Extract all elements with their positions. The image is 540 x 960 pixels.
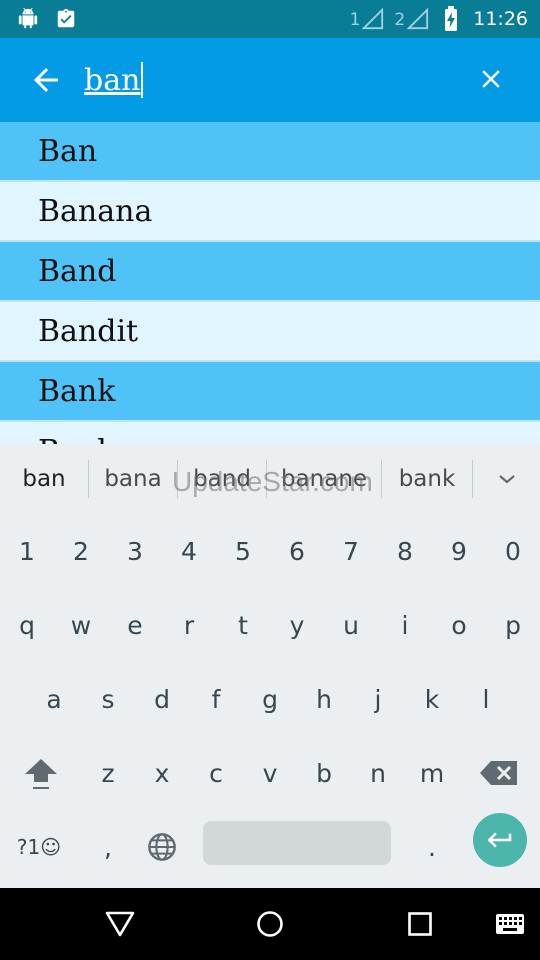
clock: 11:26: [473, 8, 528, 30]
list-item[interactable]: Bank: [0, 362, 540, 422]
list-item-label: Bank: [38, 373, 116, 409]
key[interactable]: l: [459, 662, 513, 736]
key[interactable]: k: [405, 662, 459, 736]
key[interactable]: c: [189, 736, 243, 810]
key[interactable]: i: [378, 588, 432, 662]
key[interactable]: f: [189, 662, 243, 736]
list-item[interactable]: Banana: [0, 182, 540, 242]
key[interactable]: 5: [216, 514, 270, 588]
key[interactable]: 3: [108, 514, 162, 588]
symbols-key[interactable]: ?1☺: [8, 810, 70, 884]
backspace-icon[interactable]: [470, 736, 528, 810]
key[interactable]: r: [162, 588, 216, 662]
keyboard-icon[interactable]: [490, 904, 530, 944]
enter-key-icon[interactable]: [473, 813, 527, 867]
suggestion-item[interactable]: bank: [382, 444, 472, 514]
recents-square-icon[interactable]: [400, 904, 440, 944]
chevron-down-icon[interactable]: [473, 444, 540, 514]
key[interactable]: b: [297, 736, 351, 810]
key[interactable]: a: [27, 662, 81, 736]
key[interactable]: 4: [162, 514, 216, 588]
list-item[interactable]: Bandit: [0, 302, 540, 362]
watermark: UpdateStar.com: [172, 466, 373, 497]
key[interactable]: j: [351, 662, 405, 736]
bottom-row: ?1☺ , .: [0, 810, 540, 884]
suggestion-item[interactable]: ban: [0, 444, 88, 514]
key[interactable]: n: [351, 736, 405, 810]
key[interactable]: d: [135, 662, 189, 736]
comma-key[interactable]: ,: [81, 810, 135, 884]
key[interactable]: z: [81, 736, 135, 810]
list-item-label: Banana: [38, 193, 153, 229]
key[interactable]: 8: [378, 514, 432, 588]
android-icon: [16, 7, 40, 31]
globe-icon[interactable]: [135, 810, 189, 884]
search-input[interactable]: ban: [84, 58, 144, 102]
keyboard: 1 2 3 4 5 6 7 8 9 0 q w e r t y u i o p …: [0, 514, 540, 888]
list-item-label: Ban: [38, 133, 98, 169]
key[interactable]: 6: [270, 514, 324, 588]
text-cursor: [141, 62, 144, 98]
space-bar[interactable]: [203, 821, 391, 865]
key[interactable]: 2: [54, 514, 108, 588]
key[interactable]: s: [81, 662, 135, 736]
key[interactable]: v: [243, 736, 297, 810]
search-app-bar: ban: [0, 38, 540, 122]
signal-icon: 2: [394, 8, 429, 30]
list-item[interactable]: Ban: [0, 122, 540, 182]
results-list: Ban Banana Band Bandit Bank Banker: [0, 122, 540, 444]
list-item-label: Bandit: [38, 313, 139, 349]
number-row: 1 2 3 4 5 6 7 8 9 0: [0, 514, 540, 588]
key[interactable]: o: [432, 588, 486, 662]
key[interactable]: h: [297, 662, 351, 736]
navigation-bar: [0, 888, 540, 960]
suggestion-item[interactable]: bana: [89, 444, 177, 514]
search-query: ban: [84, 62, 141, 98]
list-item[interactable]: Banker: [0, 422, 540, 444]
key[interactable]: 1: [0, 514, 54, 588]
key[interactable]: m: [405, 736, 459, 810]
key[interactable]: x: [135, 736, 189, 810]
key[interactable]: q: [0, 588, 54, 662]
list-item-label: Banker: [38, 434, 148, 445]
list-item[interactable]: Band: [0, 242, 540, 302]
letter-row-1: q w e r t y u i o p: [0, 588, 540, 662]
back-triangle-icon[interactable]: [100, 904, 140, 944]
shift-key-icon[interactable]: [12, 736, 70, 810]
key[interactable]: 9: [432, 514, 486, 588]
key[interactable]: 7: [324, 514, 378, 588]
key[interactable]: y: [270, 588, 324, 662]
key[interactable]: p: [486, 588, 540, 662]
letter-row-3: z x c v b n m: [0, 736, 540, 810]
status-bar: 1 2 11:26: [0, 0, 540, 38]
back-arrow-icon[interactable]: [28, 62, 64, 98]
letter-row-2: a s d f g h j k l: [0, 662, 540, 736]
signal-icon: 1: [350, 8, 385, 30]
key[interactable]: e: [108, 588, 162, 662]
battery-charging-icon: [439, 6, 463, 31]
key[interactable]: u: [324, 588, 378, 662]
key[interactable]: w: [54, 588, 108, 662]
key[interactable]: 0: [486, 514, 540, 588]
list-item-label: Band: [38, 253, 117, 289]
key[interactable]: t: [216, 588, 270, 662]
key[interactable]: g: [243, 662, 297, 736]
close-icon[interactable]: [476, 64, 506, 94]
home-circle-icon[interactable]: [250, 904, 290, 944]
period-key[interactable]: .: [405, 810, 459, 884]
clipboard-check-icon: [54, 7, 78, 31]
